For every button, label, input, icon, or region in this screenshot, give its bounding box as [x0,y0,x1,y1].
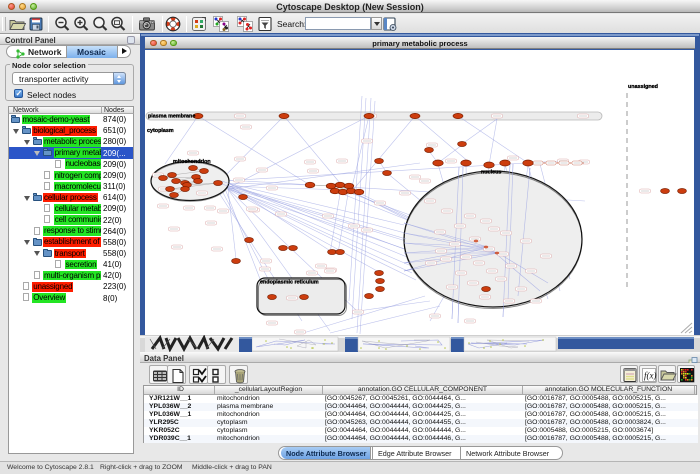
svg-text:cytoplasm: cytoplasm [147,128,174,134]
svg-text:mitochondrion: mitochondrion [173,159,211,165]
svg-text:f(x): f(x) [644,371,657,381]
svg-text:endoplasmic reticulum: endoplasmic reticulum [260,280,319,286]
svg-text:unassigned: unassigned [628,84,658,90]
svg-text:plasma membrane: plasma membrane [148,114,195,120]
svg-text:nucleus: nucleus [481,170,501,176]
